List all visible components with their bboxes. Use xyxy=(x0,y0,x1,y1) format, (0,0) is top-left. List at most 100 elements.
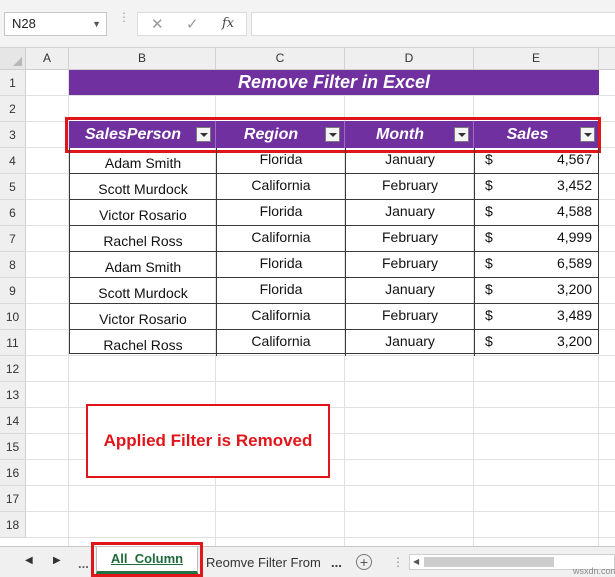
select-all-icon xyxy=(13,57,22,66)
scrollbar-thumb[interactable] xyxy=(424,557,554,567)
formula-bar: N28 ▼ ⋮ ✕ ✓ fx xyxy=(0,0,615,48)
row-header-4[interactable]: 4 xyxy=(0,148,26,174)
formula-buttons: ✕ ✓ fx xyxy=(137,12,247,36)
row-header-17[interactable]: 17 xyxy=(0,486,26,512)
sheet-tab-reomve-filter-from[interactable]: Reomve Filter From xyxy=(206,555,321,570)
cell-region[interactable]: Florida xyxy=(217,200,346,226)
cell-salesperson[interactable]: Rachel Ross xyxy=(70,226,217,252)
cell-month[interactable]: January xyxy=(346,200,475,226)
cancel-icon[interactable]: ✕ xyxy=(151,15,164,33)
sales-amount: 6,589 xyxy=(556,255,592,271)
add-sheet-icon[interactable]: + xyxy=(356,554,372,570)
column-header-d[interactable]: D xyxy=(345,48,474,70)
row-header-7[interactable]: 7 xyxy=(0,226,26,252)
cell-region[interactable]: Florida xyxy=(217,148,346,174)
scroll-left-icon[interactable]: ◀ xyxy=(413,557,419,566)
annotation-box: Applied Filter is Removed xyxy=(86,404,330,478)
sales-amount: 4,999 xyxy=(556,229,592,245)
watermark: wsxdn.com xyxy=(573,566,615,576)
annotation-text: Applied Filter is Removed xyxy=(103,431,313,450)
select-all-button[interactable] xyxy=(0,48,26,70)
column-header-f[interactable] xyxy=(599,48,615,70)
row-header-14[interactable]: 14 xyxy=(0,408,26,434)
sheet-title[interactable]: Remove Filter in Excel xyxy=(69,70,599,95)
cell-region[interactable]: California xyxy=(217,330,346,356)
row-header-16[interactable]: 16 xyxy=(0,460,26,486)
row-header-8[interactable]: 8 xyxy=(0,252,26,278)
column-header-a[interactable]: A xyxy=(26,48,69,70)
row-header-5[interactable]: 5 xyxy=(0,174,26,200)
sales-amount: 3,200 xyxy=(556,333,592,349)
currency-symbol: $ xyxy=(485,229,493,245)
cell-salesperson[interactable]: Adam Smith xyxy=(70,252,217,278)
table-row: Adam Smith Florida January $4,567 xyxy=(70,148,598,174)
cell-salesperson[interactable]: Scott Murdock xyxy=(70,278,217,304)
table-row: Scott Murdock Florida January $3,200 xyxy=(70,278,598,304)
currency-symbol: $ xyxy=(485,177,493,193)
cell-region[interactable]: Florida xyxy=(217,252,346,278)
column-header-c[interactable]: C xyxy=(216,48,345,70)
currency-symbol: $ xyxy=(485,151,493,167)
chevron-down-icon[interactable]: ▼ xyxy=(92,13,101,35)
cell-month[interactable]: January xyxy=(346,148,475,174)
formula-input[interactable] xyxy=(251,12,615,36)
cell-sales[interactable]: $3,489 xyxy=(475,304,598,330)
cell-region[interactable]: Florida xyxy=(217,278,346,304)
tab-splitter-icon[interactable]: ⋮ xyxy=(392,555,404,569)
row-header-3[interactable]: 3 xyxy=(0,122,26,148)
sales-amount: 4,588 xyxy=(556,203,592,219)
cell-month[interactable]: February xyxy=(346,226,475,252)
cell-month[interactable]: February xyxy=(346,252,475,278)
row-header-12[interactable]: 12 xyxy=(0,356,26,382)
data-table: Adam Smith Florida January $4,567 Scott … xyxy=(69,148,599,356)
cell-region[interactable]: California xyxy=(217,174,346,200)
sales-amount: 3,200 xyxy=(556,281,592,297)
sales-amount: 4,567 xyxy=(556,151,592,167)
cell-month[interactable]: January xyxy=(346,278,475,304)
row-header-13[interactable]: 13 xyxy=(0,382,26,408)
cell-month[interactable]: February xyxy=(346,174,475,200)
enter-icon[interactable]: ✓ xyxy=(186,15,199,33)
cell-salesperson[interactable]: Scott Murdock xyxy=(70,174,217,200)
table-row: Rachel Ross California February $4,999 xyxy=(70,226,598,252)
row-header-9[interactable]: 9 xyxy=(0,278,26,304)
scroll-tabs-right-icon[interactable]: ▶ xyxy=(53,555,61,566)
more-sheets-left[interactable]: ... xyxy=(78,556,89,571)
grip-icon: ⋮ xyxy=(118,10,130,24)
sales-amount: 3,489 xyxy=(556,307,592,323)
cell-region[interactable]: California xyxy=(217,304,346,330)
cell-month[interactable]: January xyxy=(346,330,475,356)
cell-sales[interactable]: $3,200 xyxy=(475,278,598,304)
cell-sales[interactable]: $4,588 xyxy=(475,200,598,226)
currency-symbol: $ xyxy=(485,203,493,219)
name-box-value: N28 xyxy=(12,16,36,31)
cell-salesperson[interactable]: Adam Smith xyxy=(70,148,217,174)
row-header-10[interactable]: 10 xyxy=(0,304,26,330)
cell-salesperson[interactable]: Victor Rosario xyxy=(70,200,217,226)
table-row: Adam Smith Florida February $6,589 xyxy=(70,252,598,278)
cell-sales[interactable]: $3,200 xyxy=(475,330,598,356)
currency-symbol: $ xyxy=(485,281,493,297)
cell-salesperson[interactable]: Rachel Ross xyxy=(70,330,217,356)
currency-symbol: $ xyxy=(485,333,493,349)
cell-sales[interactable]: $6,589 xyxy=(475,252,598,278)
table-row: Scott Murdock California February $3,452 xyxy=(70,174,598,200)
column-header-e[interactable]: E xyxy=(474,48,599,70)
more-sheets-right[interactable]: ... xyxy=(331,555,342,570)
cell-month[interactable]: February xyxy=(346,304,475,330)
row-header-2[interactable]: 2 xyxy=(0,96,26,122)
row-header-11[interactable]: 11 xyxy=(0,330,26,356)
cell-sales[interactable]: $4,567 xyxy=(475,148,598,174)
row-header-1[interactable]: 1 xyxy=(0,70,26,96)
row-header-6[interactable]: 6 xyxy=(0,200,26,226)
insert-function-icon[interactable]: fx xyxy=(222,16,234,31)
cell-region[interactable]: California xyxy=(217,226,346,252)
cell-sales[interactable]: $4,999 xyxy=(475,226,598,252)
row-header-18[interactable]: 18 xyxy=(0,512,26,538)
cell-sales[interactable]: $3,452 xyxy=(475,174,598,200)
row-header-15[interactable]: 15 xyxy=(0,434,26,460)
scroll-tabs-left-icon[interactable]: ◀ xyxy=(25,555,33,566)
column-header-b[interactable]: B xyxy=(69,48,216,70)
cell-salesperson[interactable]: Victor Rosario xyxy=(70,304,217,330)
name-box[interactable]: N28 ▼ xyxy=(4,12,107,36)
